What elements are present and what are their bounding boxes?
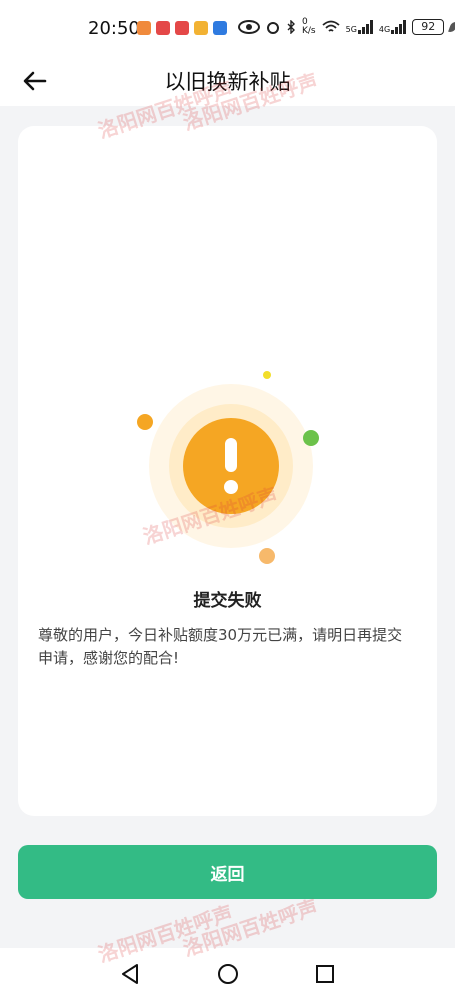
result-title: 提交失败: [193, 591, 262, 611]
network-speed: 0 K/s: [302, 17, 316, 36]
app-header: 以旧换新补贴: [0, 56, 455, 106]
wifi-icon: [322, 20, 340, 32]
decor-dot-peach: [259, 548, 275, 564]
status-indicators: 0 K/s 5G 4G 92: [238, 18, 455, 36]
leaf-icon: [448, 20, 455, 34]
signal-5g: 5G: [346, 20, 373, 34]
app-notification-icon: [137, 21, 151, 35]
battery-indicator: 92: [412, 19, 445, 35]
result-card: 提交失败 尊敬的用户，今日补贴额度30万元已满，请明日再提交申请，感谢您的配合!: [18, 126, 437, 816]
status-time: 20:50: [88, 18, 140, 39]
return-button[interactable]: 返回: [18, 845, 437, 899]
page-title: 以旧换新补贴: [164, 70, 291, 94]
system-navigation-bar: [0, 948, 455, 1000]
app-notification-icon: [175, 21, 189, 35]
app-notification-icon: [156, 21, 170, 35]
app-notification-icon: [213, 21, 227, 35]
bluetooth-icon: [287, 20, 295, 34]
triangle-back-icon[interactable]: [118, 962, 142, 986]
status-app-icons: [137, 21, 227, 35]
decor-dot-yellow: [263, 371, 271, 379]
signal-bars-icon: [391, 20, 407, 34]
exclamation-bar: [225, 438, 237, 472]
alarm-icon: [267, 22, 279, 34]
signal-bars-icon: [357, 20, 373, 34]
warning-illustration: [137, 371, 319, 564]
status-bar: 20:50 0 K/s 5G 4G 92: [0, 0, 455, 56]
decor-dot-orange: [137, 414, 153, 430]
exclamation-dot: [224, 480, 238, 494]
circle-home-icon[interactable]: [216, 962, 240, 986]
eye-icon: [238, 20, 260, 34]
square-recent-icon[interactable]: [313, 962, 337, 986]
result-message: 尊敬的用户，今日补贴额度30万元已满，请明日再提交申请，感谢您的配合!: [38, 626, 403, 667]
signal-4g: 4G: [379, 20, 407, 34]
app-notification-icon: [194, 21, 208, 35]
decor-dot-green: [303, 430, 319, 446]
